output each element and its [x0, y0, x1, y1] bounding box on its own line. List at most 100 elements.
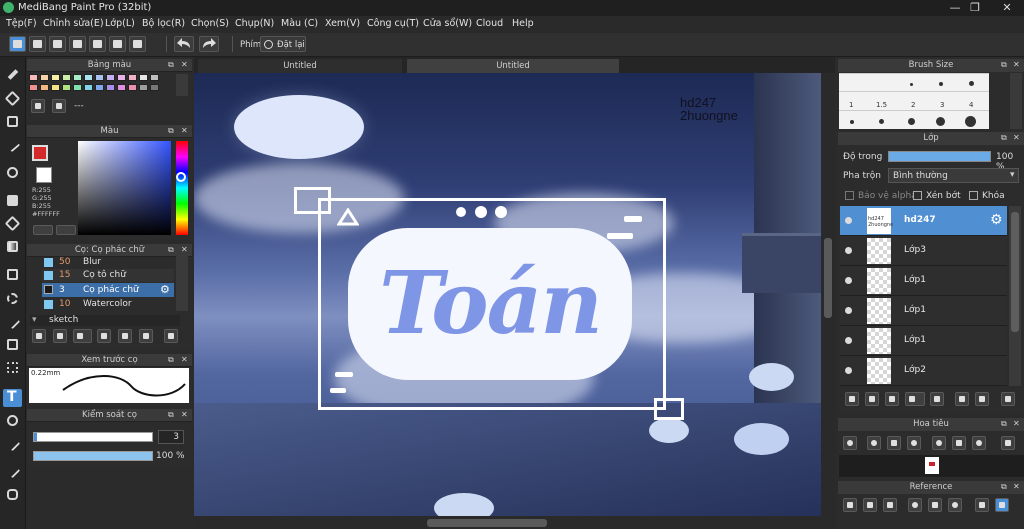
brush-size-slider[interactable] — [33, 432, 153, 442]
layers-scroll-thumb[interactable] — [1011, 212, 1019, 332]
color-swatch[interactable] — [73, 74, 82, 81]
color-picker-mode-icon[interactable] — [56, 225, 76, 235]
pen-tool-icon[interactable] — [3, 462, 22, 480]
color-swatch[interactable] — [117, 84, 126, 91]
color-swatch[interactable] — [106, 74, 115, 81]
new-layer-icon[interactable] — [845, 392, 859, 406]
menu-edit[interactable]: Chỉnh sửa(E) — [43, 18, 104, 29]
close-panel-icon[interactable]: ✕ — [181, 61, 189, 69]
undock-icon[interactable]: ⧉ — [1001, 483, 1009, 491]
color-swatch[interactable] — [117, 74, 126, 81]
magic-wand-tool-icon[interactable] — [3, 313, 22, 331]
page-icon[interactable] — [89, 36, 106, 52]
eye-icon[interactable] — [845, 217, 852, 224]
undock-icon[interactable]: ⧉ — [168, 411, 176, 419]
menu-layer[interactable]: Lớp(L) — [105, 18, 135, 29]
reset-button[interactable]: Đặt lại — [260, 36, 306, 52]
color-swatch[interactable] — [73, 84, 82, 91]
close-panel-icon[interactable]: ✕ — [1013, 134, 1021, 142]
menu-file[interactable]: Tệp(F) — [6, 18, 37, 29]
gear-icon[interactable]: ⚙ — [990, 212, 1003, 228]
menu-tools[interactable]: Công cụ(T) — [367, 18, 419, 29]
dropper-tool-icon[interactable] — [3, 435, 22, 453]
clipping-checkbox[interactable] — [913, 191, 922, 200]
select-eraser-tool-icon[interactable] — [3, 359, 22, 377]
close-panel-icon[interactable]: ✕ — [181, 246, 189, 254]
line-tool-icon[interactable] — [3, 136, 22, 154]
close-panel-icon[interactable]: ✕ — [1013, 483, 1021, 491]
layer-opacity-slider[interactable] — [888, 151, 991, 162]
color-swatch[interactable] — [29, 74, 38, 81]
undock-icon[interactable]: ⧉ — [1001, 134, 1009, 142]
brush-list-item[interactable]: 10 Watercolor — [42, 298, 174, 311]
add-color-icon[interactable] — [31, 99, 45, 113]
reference-fit-icon[interactable] — [928, 498, 942, 512]
undock-icon[interactable]: ⧉ — [168, 127, 176, 135]
layers-scrollbar[interactable] — [1009, 206, 1021, 386]
close-panel-icon[interactable]: ✕ — [181, 411, 189, 419]
panel-icon[interactable] — [69, 36, 86, 52]
eye-icon[interactable] — [845, 277, 852, 284]
close-panel-icon[interactable]: ✕ — [1013, 61, 1021, 69]
redo-icon[interactable] — [199, 36, 219, 52]
brush-list-item[interactable]: 50 Blur — [42, 256, 174, 269]
tab-untitled-1[interactable]: Untitled — [198, 59, 402, 73]
primary-color-swatch[interactable] — [36, 167, 52, 183]
eye-icon[interactable] — [845, 337, 852, 344]
navigator-preview[interactable] — [839, 455, 1024, 477]
reference-open-icon[interactable] — [863, 498, 877, 512]
layer-row[interactable]: Lớp1 — [840, 326, 1007, 356]
gear-icon[interactable]: ⚙ — [160, 283, 170, 296]
reference-hand-icon[interactable] — [995, 498, 1009, 512]
vertical-scroll-thumb[interactable] — [824, 238, 832, 318]
horizontal-scroll-thumb[interactable] — [427, 519, 547, 527]
operation-tool-icon[interactable] — [3, 412, 22, 430]
color-swatch[interactable] — [84, 84, 93, 91]
color-swatch[interactable] — [51, 84, 60, 91]
layer-row[interactable]: hd247 2huongne hd247 ⚙ — [840, 206, 1007, 236]
menu-select[interactable]: Chọn(S) — [191, 18, 229, 29]
brush-list-item-selected[interactable]: 3 Cọ phác chữ ⚙ — [42, 283, 174, 297]
duplicate-layer-icon[interactable] — [955, 392, 969, 406]
reference-zoom-out-icon[interactable] — [948, 498, 962, 512]
text-tool-icon[interactable]: T — [3, 389, 22, 407]
new-halftone-layer-icon[interactable] — [865, 392, 879, 406]
rotate-left-icon[interactable] — [932, 436, 946, 450]
color-swatch[interactable] — [106, 84, 115, 91]
brush-list-item[interactable]: 15 Cọ tô chữ — [42, 269, 174, 282]
palette-scrollbar[interactable] — [176, 74, 188, 96]
brush-delete-icon[interactable] — [164, 329, 178, 343]
menu-filter[interactable]: Bộ lọc(R) — [142, 18, 185, 29]
eye-icon[interactable] — [845, 307, 852, 314]
brush-size-value[interactable]: 3 — [158, 430, 184, 444]
brush-duplicate-icon[interactable] — [139, 329, 153, 343]
brush-size-option[interactable]: 1 — [849, 101, 853, 109]
brush-scrollbar[interactable] — [176, 256, 188, 311]
rectangle-tool-icon[interactable] — [3, 113, 22, 131]
cloud-sync-icon[interactable] — [9, 36, 26, 52]
lasso-tool-icon[interactable] — [3, 290, 22, 308]
fit-icon[interactable] — [887, 436, 901, 450]
menu-capture[interactable]: Chụp(N) — [235, 18, 274, 29]
color-swatch[interactable] — [84, 74, 93, 81]
brush-tool-icon[interactable] — [3, 66, 22, 84]
color-swatch[interactable] — [29, 84, 38, 91]
palette-swatches[interactable] — [29, 74, 169, 96]
brush-size-grid[interactable]: 1 1.5 2 3 4 — [839, 73, 989, 129]
menu-window[interactable]: Cửa sổ(W) — [423, 18, 472, 29]
select-pen-tool-icon[interactable] — [3, 336, 22, 354]
color-swatch[interactable] — [62, 74, 71, 81]
color-swatch[interactable] — [128, 84, 137, 91]
close-panel-icon[interactable]: ✕ — [181, 356, 189, 364]
layer-row[interactable]: Lớp2 — [840, 356, 1007, 386]
main-text[interactable]: Toán — [352, 233, 628, 375]
reference-zoom-in-icon[interactable] — [908, 498, 922, 512]
vertical-scrollbar[interactable] — [821, 73, 835, 516]
close-panel-icon[interactable]: ✕ — [181, 127, 189, 135]
close-button[interactable]: ✕ — [992, 0, 1022, 16]
color-mode-icon[interactable] — [33, 225, 53, 235]
layer-row[interactable]: Lớp1 — [840, 296, 1007, 326]
layer-folder-icon[interactable] — [930, 392, 944, 406]
color-swatch[interactable] — [95, 74, 104, 81]
color-swatch[interactable] — [95, 84, 104, 91]
